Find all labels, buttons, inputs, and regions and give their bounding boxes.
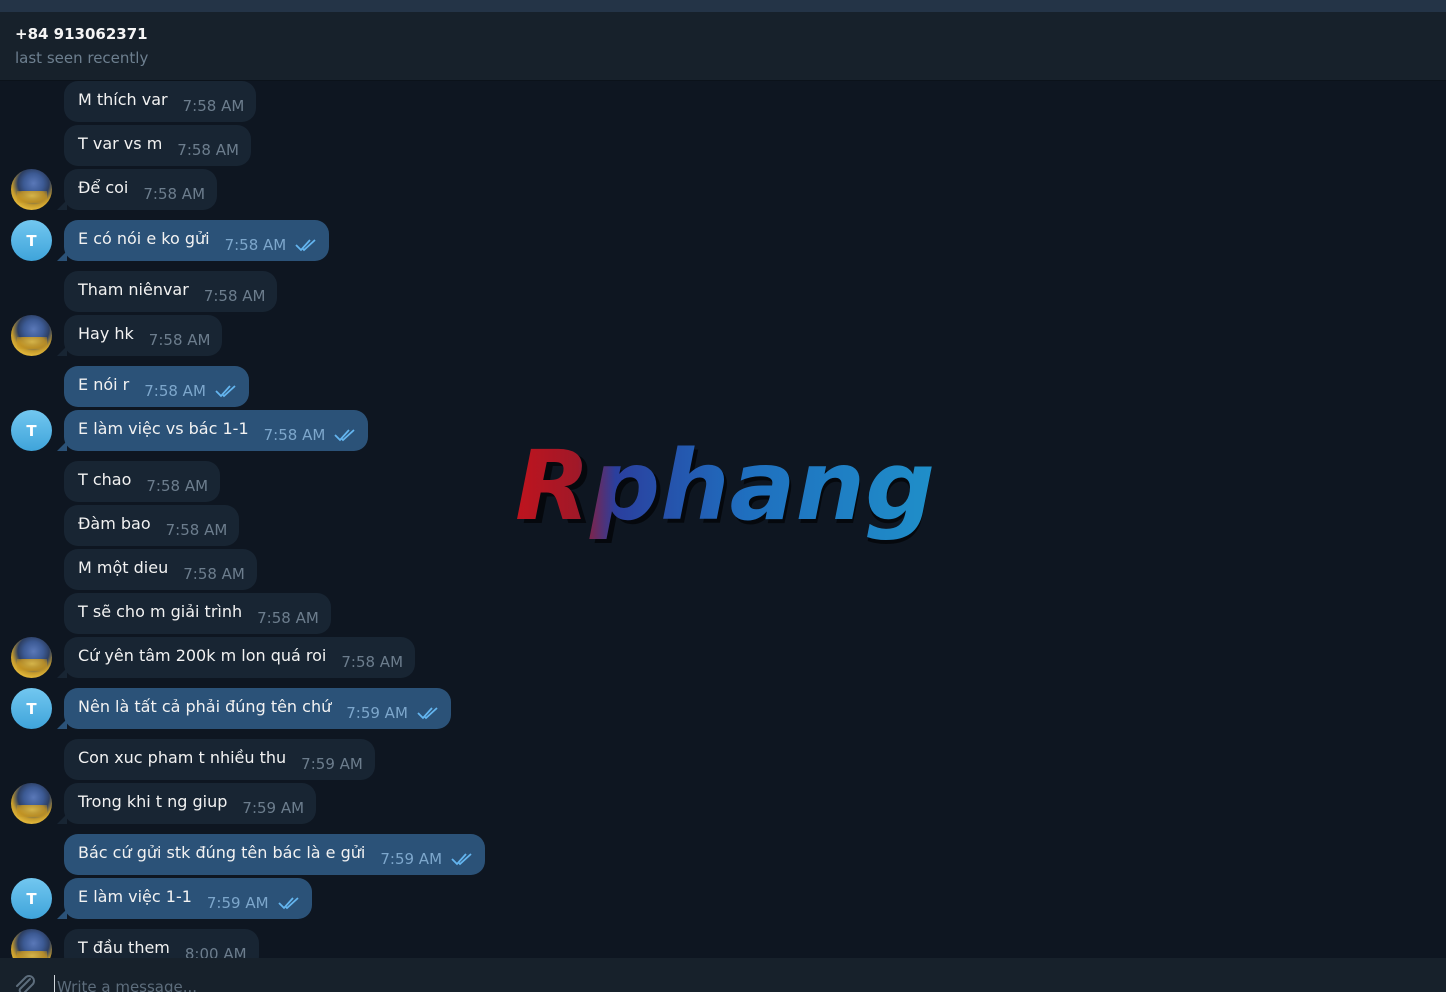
- self-avatar[interactable]: T: [11, 688, 52, 729]
- message-time: 7:58 AM: [177, 140, 239, 159]
- message-text: T đầu them: [78, 938, 170, 957]
- message-time: 7:58 AM: [257, 608, 319, 627]
- message-bubble[interactable]: Để coi 7:58 AM: [56, 169, 218, 210]
- message-text: Trong khi t ng giup: [78, 792, 228, 811]
- message-time: 7:59 AM: [242, 798, 305, 817]
- message-bubble[interactable]: Tham niênvar 7:58 AM: [64, 271, 278, 312]
- message-text: E làm việc vs bác 1-1: [78, 419, 249, 438]
- message-text: Hay hk: [78, 324, 134, 343]
- message-text: T chao: [78, 470, 132, 489]
- message-text: M thích var: [78, 90, 168, 109]
- message-bubble[interactable]: T var vs m 7:58 AM: [64, 125, 251, 166]
- message-text: M một dieu: [78, 558, 169, 577]
- message-bubble[interactable]: Cứ yên tâm 200k m lon quá roi 7:58 AM: [56, 637, 416, 678]
- self-avatar[interactable]: T: [11, 878, 52, 919]
- message-bubble-outgoing[interactable]: E nói r 7:58 AM: [64, 366, 249, 407]
- read-ticks-icon: [215, 384, 236, 397]
- read-ticks-icon: [334, 428, 355, 441]
- message-bubble[interactable]: T sẽ cho m giải trình 7:58 AM: [64, 593, 331, 634]
- message-text: Cứ yên tâm 200k m lon quá roi: [78, 646, 327, 665]
- message-text: Tham niênvar: [78, 280, 189, 299]
- message-time: 7:58 AM: [146, 476, 209, 495]
- message-text: Để coi: [78, 178, 129, 197]
- message-time: 7:58 AM: [165, 520, 228, 539]
- self-avatar[interactable]: T: [11, 220, 52, 261]
- chat-header[interactable]: +84 913062371 last seen recently: [0, 12, 1446, 81]
- message-bubble[interactable]: Trong khi t ng giup 7:59 AM: [56, 783, 317, 824]
- watermark-text: Rphang: [515, 435, 935, 542]
- self-avatar[interactable]: T: [11, 410, 52, 451]
- read-ticks-icon: [295, 238, 316, 251]
- contact-avatar[interactable]: [11, 315, 52, 356]
- message-time: 7:59 AM: [380, 849, 443, 868]
- message-composer: [0, 958, 1446, 992]
- message-time: 7:58 AM: [203, 286, 266, 305]
- message-time: 7:58 AM: [224, 235, 287, 254]
- message-time: 7:58 AM: [144, 381, 206, 400]
- message-bubble[interactable]: T chao 7:58 AM: [64, 461, 221, 502]
- contact-status: last seen recently: [15, 49, 149, 67]
- message-time: 7:58 AM: [183, 564, 245, 583]
- message-bubble[interactable]: M một dieu 7:58 AM: [64, 549, 257, 590]
- window-top-strip: [0, 0, 1446, 12]
- message-time: 7:59 AM: [301, 754, 363, 773]
- message-bubble-outgoing[interactable]: E làm việc 1-1 7:59 AM: [57, 878, 312, 919]
- read-ticks-icon: [277, 896, 299, 909]
- message-text: Đàm bao: [78, 514, 151, 533]
- message-bubble-outgoing[interactable]: E có nói e ko gửi 7:58 AM: [56, 220, 330, 261]
- read-ticks-icon: [417, 706, 438, 719]
- message-bubble[interactable]: Con xuc pham t nhiều thu 7:59 AM: [64, 739, 375, 780]
- message-input[interactable]: [54, 975, 1357, 992]
- message-text: T var vs m: [78, 134, 163, 153]
- message-bubble[interactable]: M thích var 7:58 AM: [64, 81, 257, 122]
- message-text: Bác cứ gửi stk đúng tên bác là e gửi: [78, 843, 366, 862]
- message-bubble[interactable]: Hay hk 7:58 AM: [56, 315, 223, 356]
- contact-avatar[interactable]: [11, 929, 52, 958]
- message-text: E làm việc 1-1: [78, 887, 192, 906]
- message-text: E nói r: [78, 375, 130, 394]
- message-bubble[interactable]: Đàm bao 7:58 AM: [64, 505, 240, 546]
- read-ticks-icon: [451, 852, 472, 865]
- message-time: 7:59 AM: [346, 703, 408, 722]
- message-text: E có nói e ko gửi: [78, 229, 210, 248]
- message-text: Nên là tất cả phải đúng tên chứ: [78, 697, 332, 716]
- message-time: 7:58 AM: [148, 330, 211, 349]
- contact-avatar[interactable]: [11, 637, 52, 678]
- message-time: 7:58 AM: [182, 96, 245, 115]
- contact-name[interactable]: +84 913062371: [15, 25, 148, 43]
- watermark-logo: Rphang Rphang: [515, 435, 935, 546]
- message-bubble-outgoing[interactable]: Bác cứ gửi stk đúng tên bác là e gửi 7:5…: [64, 834, 486, 875]
- message-text: Con xuc pham t nhiều thu: [78, 748, 287, 767]
- message-time: 7:59 AM: [206, 893, 269, 912]
- paperclip-icon[interactable]: [11, 972, 37, 992]
- message-time: 8:00 AM: [184, 944, 247, 959]
- message-bubble-outgoing[interactable]: Nên là tất cả phải đúng tên chứ 7:59 AM: [57, 688, 451, 729]
- chat-window: +84 913062371 last seen recently M thích…: [0, 0, 1446, 992]
- message-bubble[interactable]: T đầu them 8:00 AM: [64, 929, 259, 958]
- message-time: 7:58 AM: [263, 425, 326, 444]
- contact-avatar[interactable]: [11, 783, 52, 824]
- contact-avatar[interactable]: [11, 169, 52, 210]
- message-time: 7:58 AM: [341, 652, 404, 671]
- message-text: T sẽ cho m giải trình: [78, 602, 243, 621]
- message-bubble-outgoing[interactable]: E làm việc vs bác 1-1 7:58 AM: [56, 410, 369, 451]
- message-time: 7:58 AM: [143, 184, 206, 203]
